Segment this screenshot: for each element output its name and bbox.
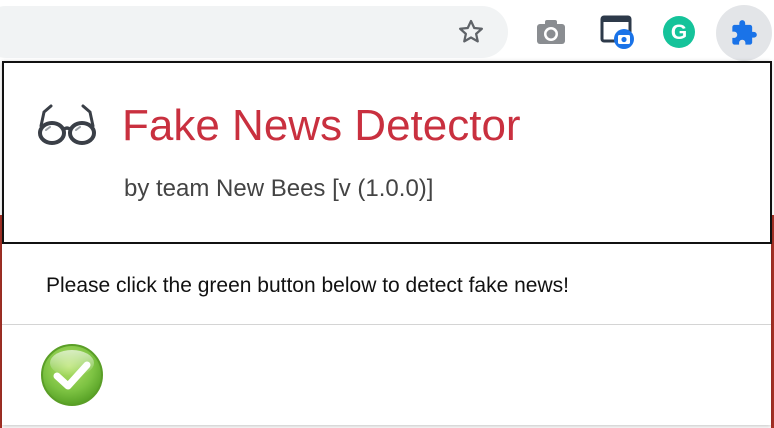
puzzle-icon[interactable] [716,5,772,61]
detect-button[interactable] [40,343,104,407]
checkmark-icon [41,344,103,406]
popup-header: Fake News Detector by team New Bees [v (… [2,61,772,244]
grammarly-letter: G [671,21,687,44]
browser-toolbar: G [0,0,774,62]
grammarly-icon[interactable]: G [659,12,699,52]
divider [2,324,771,325]
popup-title: Fake News Detector [122,101,521,150]
popup-subtitle: by team New Bees [v (1.0.0)] [124,175,434,202]
extension-popup: Fake News Detector by team New Bees [v (… [2,61,772,425]
star-icon[interactable] [451,12,491,52]
address-bar[interactable] [0,6,508,58]
screen-capture-icon[interactable] [598,12,638,52]
glasses-icon [36,100,98,150]
camera-icon[interactable] [531,12,571,52]
instruction-text: Please click the green button below to d… [46,274,569,297]
